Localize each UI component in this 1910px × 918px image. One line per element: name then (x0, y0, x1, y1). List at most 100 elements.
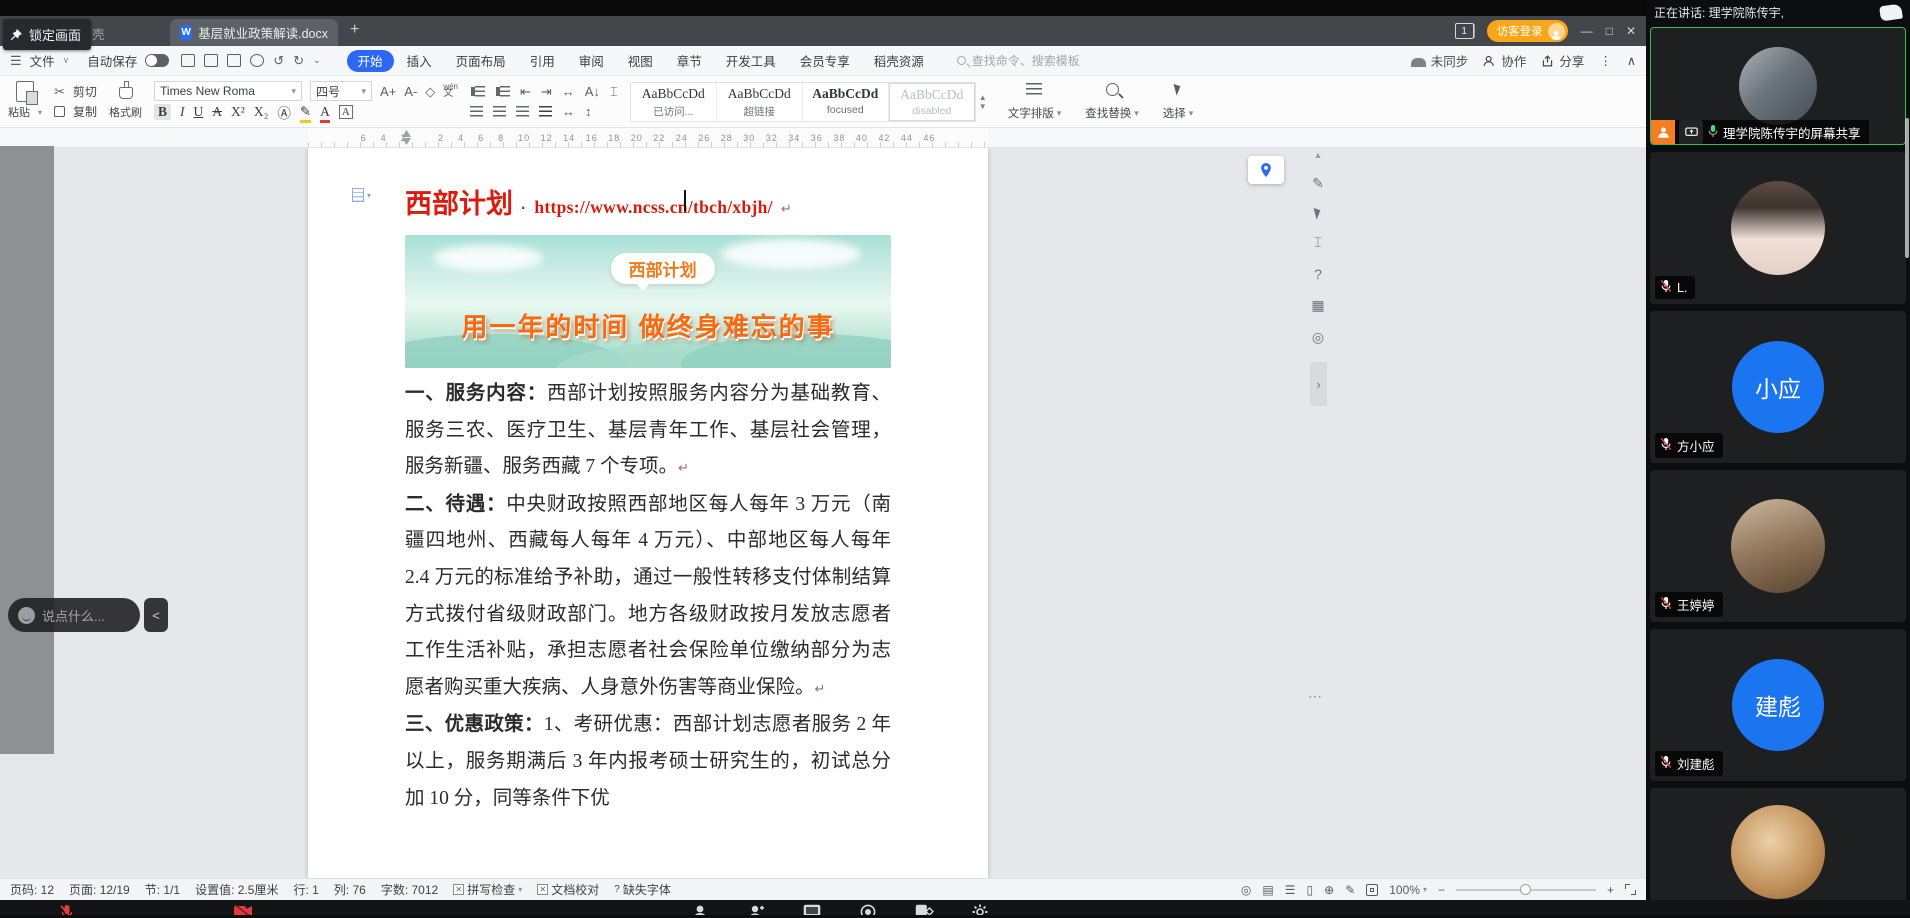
status-word-count[interactable]: 字数: 7012 (381, 881, 438, 898)
tab-view[interactable]: 视图 (617, 50, 664, 72)
document-canvas[interactable]: ▾ 西部计划 · https://www.ncss.cn/tbch/xbjh/ … (0, 148, 1646, 878)
sidebar-scrollbar[interactable] (1905, 118, 1909, 258)
print-icon[interactable] (227, 54, 241, 67)
maximize-button[interactable]: □ (1606, 24, 1613, 38)
keyboard-icon[interactable] (803, 904, 821, 915)
style-focused[interactable]: AaBbCcDd focused (803, 83, 889, 121)
pointer-icon[interactable] (1314, 206, 1323, 219)
meeting-chat-input[interactable]: 说点什么... (8, 598, 140, 632)
enclosed-char-button[interactable]: Ⓐ (277, 102, 291, 122)
camera-off-red-icon[interactable] (233, 904, 253, 915)
redo-icon[interactable]: ↻ (293, 53, 304, 69)
style-hyperlink[interactable]: AaBbCcDd 超链接 (717, 83, 803, 121)
paragraph-style-anchor[interactable]: ▾ (352, 188, 371, 202)
align-right-icon[interactable] (516, 106, 529, 117)
tab-insert[interactable]: 插入 (396, 50, 443, 72)
line-spacing-icon[interactable]: ↕ (585, 105, 592, 118)
missing-font-button[interactable]: ?缺失字体 (614, 881, 671, 898)
collaborate-button[interactable]: 协作 (1483, 51, 1526, 70)
text-layout-button[interactable]: 文字排版▾ (1002, 80, 1068, 123)
text-direction-icon[interactable]: ↔ (562, 85, 575, 98)
zoom-out-icon[interactable]: − (1438, 883, 1445, 897)
tab-member[interactable]: 会员专享 (789, 50, 861, 72)
sync-status[interactable]: 未同步 (1411, 51, 1469, 70)
panel-expander[interactable]: › (1310, 362, 1327, 406)
decrease-font-button[interactable]: A- (404, 85, 417, 98)
sort-icon[interactable]: A↓ (585, 85, 600, 98)
align-left-icon[interactable] (470, 106, 483, 117)
fullscreen-icon[interactable] (1625, 884, 1636, 895)
subscript-button[interactable]: X₂ (254, 104, 268, 120)
participant-tile[interactable]: 建彪 刘建彪 (1650, 629, 1906, 781)
banner-image[interactable]: 西部计划 用一年的时间 做终身难忘的事 (405, 235, 891, 368)
bullet-list-icon[interactable] (475, 86, 485, 97)
font-size-select[interactable]: 四号▾ (310, 81, 372, 101)
command-search[interactable]: 查找命令、搜索模板 (957, 52, 1080, 69)
align-center-icon[interactable] (493, 106, 506, 117)
italic-button[interactable]: I (180, 104, 185, 120)
decrease-indent-icon[interactable]: ⇤ (520, 85, 531, 98)
numbered-list-icon[interactable] (500, 86, 510, 97)
style-disabled[interactable]: AaBbCcDd disabled (889, 83, 975, 121)
find-replace-button[interactable]: 查找替换▾ (1079, 80, 1145, 123)
file-menu[interactable]: 文件 (30, 51, 55, 70)
increase-indent-icon[interactable]: ⇥ (541, 85, 552, 98)
column-view-icon[interactable]: ▯ (1307, 883, 1314, 897)
export-icon[interactable] (204, 54, 218, 67)
more-menu-icon[interactable]: ⋮ (1599, 53, 1612, 68)
close-button[interactable]: ✕ (1626, 24, 1636, 38)
minimize-button[interactable]: — (1581, 24, 1593, 38)
more-icon[interactable]: ⌄ (313, 55, 321, 66)
document-tab[interactable]: W 基层就业政策解读.docx (170, 19, 338, 46)
outline-view-icon[interactable]: ☰ (1285, 883, 1296, 897)
superscript-button[interactable]: X² (231, 104, 245, 120)
pen-mode-icon[interactable]: ✎ (1345, 883, 1355, 897)
underline-button[interactable]: U (194, 104, 204, 120)
help-icon[interactable]: ? (1314, 266, 1322, 282)
lock-screen-button[interactable]: 锁定画面 (3, 19, 91, 50)
undo-icon[interactable]: ↺ (273, 53, 284, 69)
paste-button[interactable]: 粘贴▾ (8, 80, 42, 123)
pinyin-guide-button[interactable]: wén 文 (443, 84, 458, 98)
participant-tile[interactable]: 王婷婷 (1650, 470, 1906, 622)
proofing-toggle[interactable]: ✕文档校对 (537, 881, 599, 898)
highlight-button[interactable]: ✎ (300, 104, 311, 120)
collapse-ribbon-icon[interactable]: ∧ (1627, 53, 1636, 68)
background-tab[interactable]: 壳 (92, 24, 105, 43)
participant-tile[interactable] (1650, 788, 1906, 915)
tag-tool-icon[interactable]: ◎ (1312, 329, 1324, 346)
more-tools-icon[interactable]: ⋯ (1308, 688, 1322, 705)
web-view-icon[interactable]: ⊕ (1324, 883, 1334, 897)
new-tab-button[interactable]: + (350, 21, 359, 39)
tab-home[interactable]: 开始 (347, 50, 394, 72)
justify-icon[interactable] (539, 106, 552, 117)
tab-docer[interactable]: 稻壳资源 (863, 50, 935, 72)
doc-locate-button[interactable] (1248, 156, 1284, 184)
distribute-icon[interactable]: ↔ (562, 105, 575, 118)
participant-tile[interactable]: 小应 方小应 (1650, 311, 1906, 463)
char-border-button[interactable]: A (339, 105, 353, 119)
participant-tile[interactable]: L. (1650, 152, 1906, 304)
window-count-badge[interactable]: 1 (1455, 23, 1474, 39)
chat-collapse-button[interactable]: < (144, 598, 168, 632)
slider-tool-icon[interactable]: ⌶ (1314, 234, 1322, 251)
format-painter-button[interactable]: 格式刷 (109, 80, 142, 123)
fit-page-icon[interactable] (1366, 884, 1378, 896)
tab-stops-icon[interactable]: ⌶ (610, 85, 618, 98)
record-icon[interactable] (860, 904, 876, 915)
edit-pen-icon[interactable]: ✎ (1312, 175, 1324, 192)
heading-url[interactable]: https://www.ncss.cn/tbch/xbjh/ (534, 197, 773, 218)
share-button[interactable]: 分享 (1541, 51, 1584, 70)
styles-down-icon[interactable]: ▼ (979, 102, 987, 111)
autosave-toggle[interactable] (145, 54, 169, 67)
document-body[interactable]: 一、服务内容：西部计划按照服务内容分为基础教育、服务三农、医疗卫生、基层青年工作… (405, 376, 891, 817)
save-icon[interactable] (181, 54, 195, 67)
participant-tile-presenter[interactable]: 理学院陈传宇的屏幕共享 (1650, 27, 1906, 145)
share-screen-icon[interactable] (915, 904, 934, 915)
zoom-level[interactable]: 100%▾ (1389, 883, 1427, 897)
copy-button[interactable]: 复制 (54, 102, 97, 123)
strikethrough-button[interactable]: A (212, 104, 222, 120)
emoji-icon[interactable] (18, 607, 35, 624)
members-icon[interactable] (692, 904, 708, 915)
tab-section[interactable]: 章节 (666, 50, 713, 72)
